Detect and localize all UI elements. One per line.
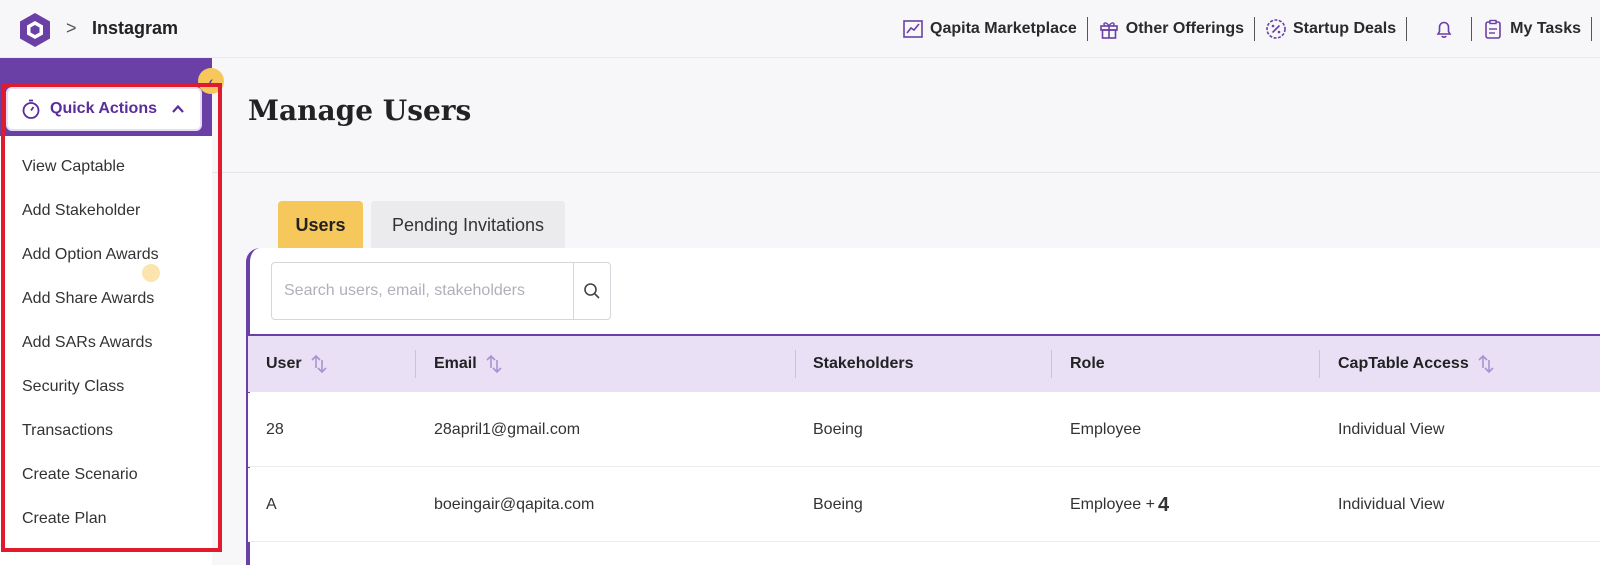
column-label: User: [266, 355, 302, 372]
column-divider: [1319, 350, 1320, 378]
column-header-stakeholders: Stakeholders: [813, 336, 913, 392]
menu-item-add-share-awards[interactable]: Add Share Awards: [0, 277, 212, 321]
menu-item-add-stakeholder[interactable]: Add Stakeholder: [0, 189, 212, 233]
search-button[interactable]: [573, 263, 610, 319]
top-bar: > Instagram Qapita Marketplace Other Off…: [0, 0, 1600, 58]
breadcrumb-current[interactable]: Instagram: [92, 18, 178, 39]
table-header: User Email Stakeholders Role CapTable Ac…: [248, 334, 1600, 392]
column-label: Role: [1070, 355, 1105, 372]
clipboard-icon: [1485, 19, 1501, 39]
sort-icon[interactable]: [1477, 353, 1495, 375]
cell-role: Employee: [1070, 421, 1142, 438]
nav-label: Qapita Marketplace: [930, 20, 1077, 37]
nav-startup-deals[interactable]: Startup Deals: [1255, 18, 1406, 40]
column-label: CapTable Access: [1338, 355, 1469, 372]
chevron-left-icon: ‹: [208, 73, 214, 89]
column-label: Email: [434, 355, 477, 372]
column-header-captable-access[interactable]: CapTable Access: [1338, 336, 1495, 392]
cursor-indicator: [142, 264, 160, 282]
cell-captable-access: Individual View: [1338, 421, 1445, 438]
column-label: Stakeholders: [813, 355, 914, 372]
chart-icon: [903, 20, 923, 38]
column-header-email[interactable]: Email: [434, 336, 503, 392]
menu-item-create-plan[interactable]: Create Plan: [0, 497, 212, 541]
search-icon: [584, 283, 600, 299]
qapita-logo-icon[interactable]: [18, 12, 52, 48]
chevron-up-icon: [172, 104, 184, 113]
cell-user: 28: [266, 421, 284, 438]
quick-actions-button[interactable]: Quick Actions: [6, 87, 202, 131]
role-label: Employee +: [1070, 496, 1155, 513]
sort-icon[interactable]: [310, 353, 328, 375]
menu-item-view-captable[interactable]: View Captable: [0, 145, 212, 189]
cell-stakeholders: Boeing: [813, 421, 863, 438]
page-title: Manage Users: [248, 94, 472, 127]
nav-label: My Tasks: [1510, 20, 1581, 37]
nav-other-offerings[interactable]: Other Offerings: [1088, 18, 1254, 40]
discount-badge-icon: [1266, 19, 1286, 39]
gift-icon: [1099, 22, 1118, 39]
tab-users[interactable]: Users: [278, 201, 363, 249]
cell-role: Employee + 4: [1070, 468, 1169, 542]
search-input[interactable]: [272, 263, 572, 319]
cell-stakeholders: Boeing: [813, 496, 863, 513]
column-header-role: Role: [1070, 336, 1105, 392]
nav-divider: [1591, 17, 1592, 41]
quick-actions-menu: View Captable Add Stakeholder Add Option…: [0, 145, 212, 541]
cell-captable-access: Individual View: [1338, 496, 1445, 513]
header-divider: [212, 172, 1600, 173]
column-divider: [795, 350, 796, 378]
menu-item-security-class[interactable]: Security Class: [0, 365, 212, 409]
table-row[interactable]: A boeingair@qapita.com Boeing Employee +…: [248, 468, 1600, 542]
menu-item-transactions[interactable]: Transactions: [0, 409, 212, 453]
sort-icon[interactable]: [485, 353, 503, 375]
menu-item-add-sars-awards[interactable]: Add SARs Awards: [0, 321, 212, 365]
stopwatch-icon: [22, 99, 40, 119]
menu-item-create-scenario[interactable]: Create Scenario: [0, 453, 212, 497]
tab-pending-invitations[interactable]: Pending Invitations: [371, 201, 565, 249]
nav-label: Startup Deals: [1293, 20, 1397, 37]
table-row[interactable]: 28 28april1@gmail.com Boeing Employee In…: [248, 393, 1600, 467]
column-divider: [415, 350, 416, 378]
nav-label: Other Offerings: [1125, 20, 1244, 37]
menu-item-add-option-awards[interactable]: Add Option Awards: [0, 233, 212, 277]
nav-qapita-marketplace[interactable]: Qapita Marketplace: [892, 18, 1087, 40]
cell-email: boeingair@qapita.com: [434, 496, 595, 513]
quick-actions-label: Quick Actions: [50, 100, 157, 117]
column-divider: [1051, 350, 1052, 378]
additional-roles-count[interactable]: 4: [1158, 494, 1169, 517]
column-header-user[interactable]: User: [266, 336, 328, 392]
breadcrumb-separator: >: [66, 18, 77, 38]
bell-icon: [1436, 21, 1452, 38]
cell-email: 28april1@gmail.com: [434, 421, 581, 438]
nav-my-tasks[interactable]: My Tasks: [1472, 18, 1591, 40]
cell-user: A: [266, 496, 277, 513]
top-navigation: Qapita Marketplace Other Offerings Start…: [892, 14, 1592, 44]
notifications-button[interactable]: [1407, 18, 1471, 40]
sidebar-collapse-button[interactable]: ‹: [198, 68, 224, 94]
